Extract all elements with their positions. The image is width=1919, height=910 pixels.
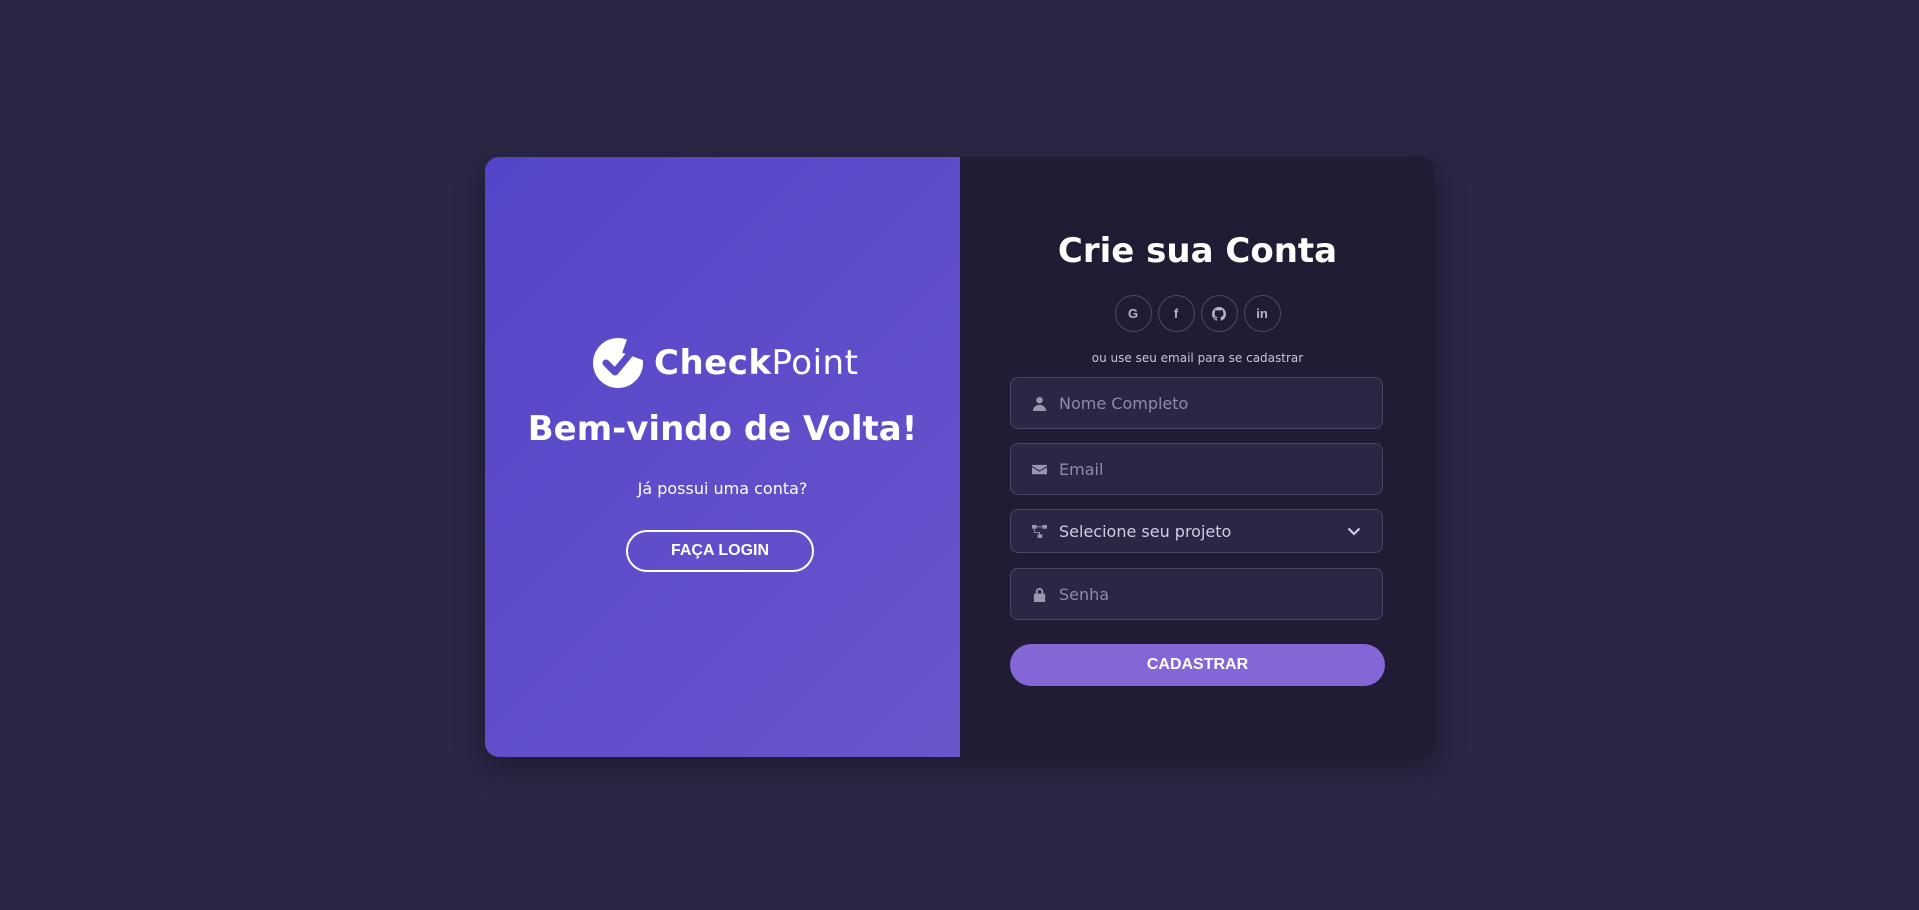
- linkedin-icon: in: [1256, 306, 1268, 321]
- github-icon: [1212, 306, 1226, 321]
- password-field[interactable]: [1010, 568, 1383, 620]
- auth-card: CheckPoint Bem-vindo de Volta! Já possui…: [485, 157, 1435, 757]
- login-button[interactable]: FAÇA LOGIN: [626, 530, 814, 572]
- signup-submit-button[interactable]: CADASTRAR: [1010, 644, 1385, 686]
- google-button[interactable]: G: [1114, 295, 1152, 332]
- project-tree-icon: [1031, 523, 1047, 539]
- brand-name-light: Point: [771, 343, 859, 383]
- user-icon: [1031, 395, 1047, 411]
- email-note: ou use seu email para se cadastrar: [1091, 351, 1304, 365]
- github-button[interactable]: [1200, 295, 1238, 332]
- check-logo-icon: [593, 337, 644, 388]
- welcome-title: Bem-vindo de Volta!: [527, 409, 918, 449]
- email-field[interactable]: [1010, 443, 1383, 495]
- project-select-value: Selecione seu projeto: [1059, 521, 1232, 541]
- facebook-button[interactable]: f: [1157, 295, 1195, 332]
- envelope-icon: [1031, 461, 1047, 477]
- page: CheckPoint Bem-vindo de Volta! Já possui…: [0, 0, 1919, 910]
- project-select[interactable]: Selecione seu projeto: [1010, 509, 1383, 553]
- brand-name-bold: Check: [654, 343, 772, 383]
- signup-panel: Crie sua Conta G f in ou use seu email p…: [960, 157, 1435, 757]
- email-input[interactable]: [1059, 444, 1382, 494]
- welcome-subtitle: Já possui uma conta?: [637, 479, 808, 498]
- google-icon: G: [1127, 306, 1139, 321]
- social-buttons: G f in: [960, 295, 1435, 332]
- password-input[interactable]: [1059, 569, 1382, 619]
- lock-icon: [1031, 586, 1047, 602]
- welcome-panel: CheckPoint Bem-vindo de Volta! Já possui…: [485, 157, 960, 757]
- signup-title: Crie sua Conta: [1057, 231, 1338, 271]
- chevron-down-icon: [1346, 523, 1362, 539]
- full-name-input[interactable]: [1059, 378, 1382, 428]
- full-name-field[interactable]: [1010, 377, 1383, 429]
- linkedin-button[interactable]: in: [1243, 295, 1281, 332]
- brand-name: CheckPoint: [654, 346, 858, 380]
- brand-logo: CheckPoint: [592, 337, 858, 389]
- facebook-icon: f: [1173, 306, 1179, 321]
